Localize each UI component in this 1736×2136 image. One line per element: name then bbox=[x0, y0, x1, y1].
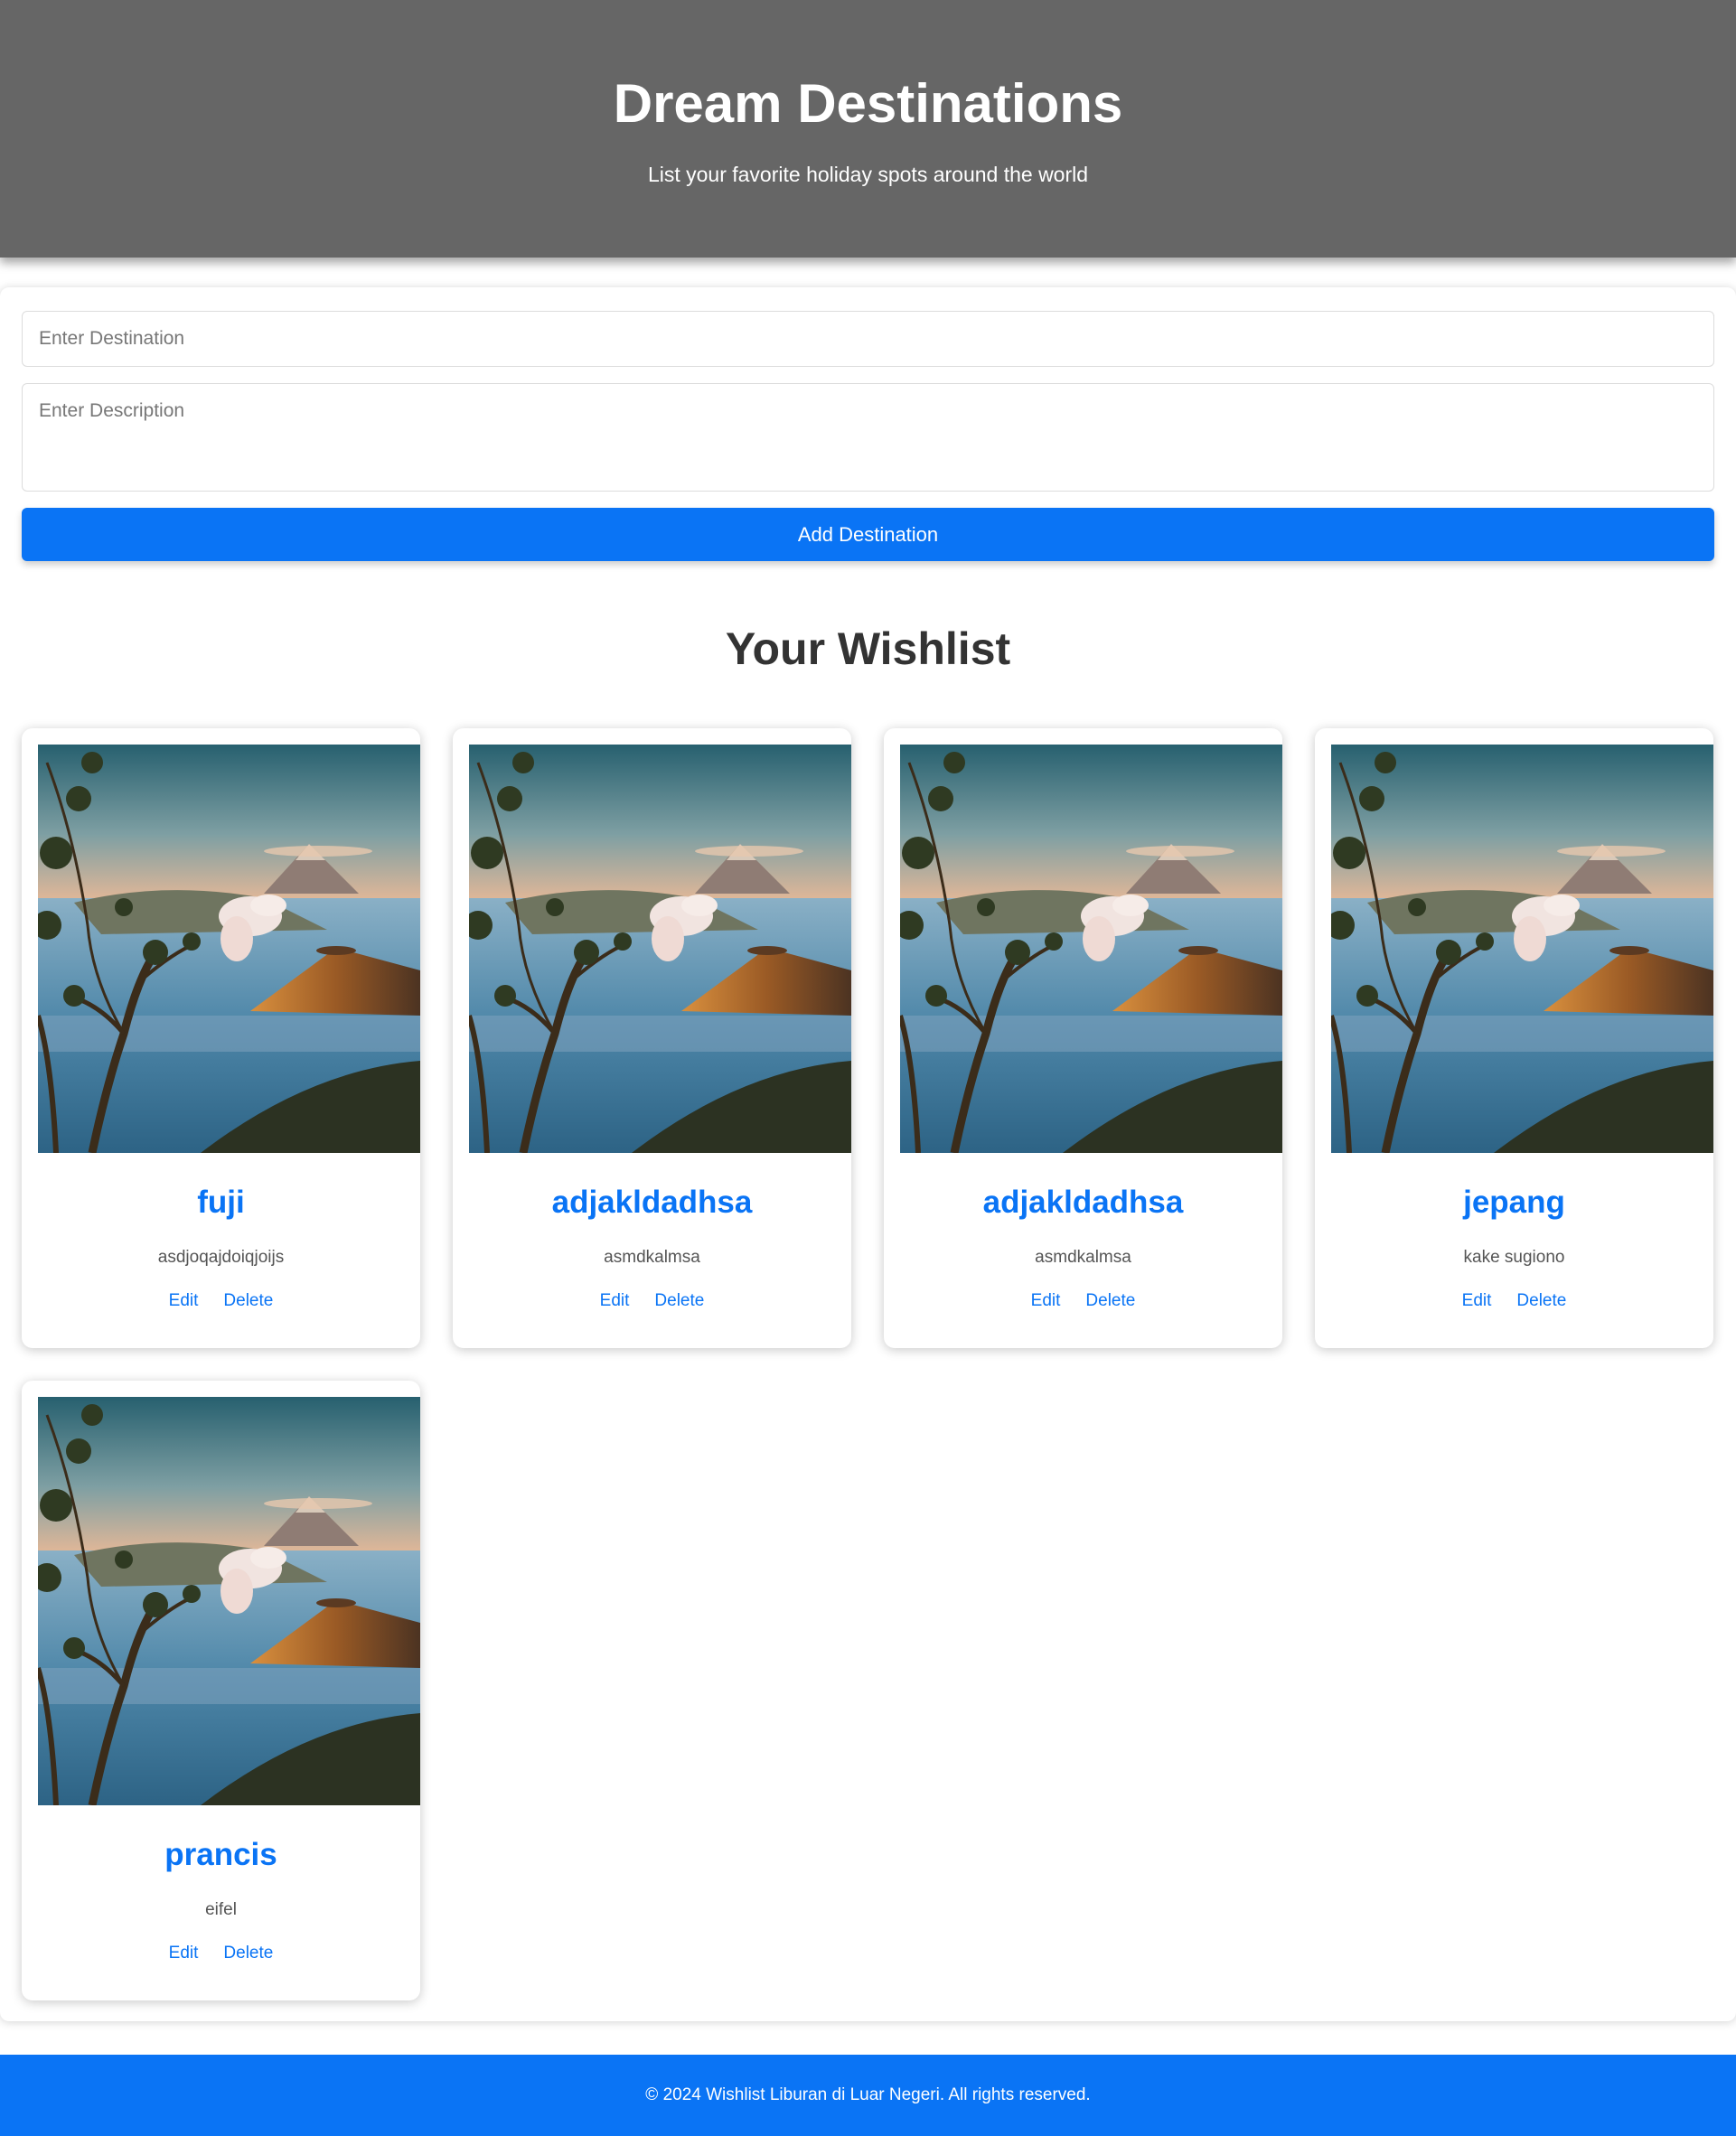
destination-card: prancis eifel Edit Delete bbox=[22, 1381, 420, 2000]
destination-name: adjakldadhsa bbox=[982, 1185, 1184, 1220]
wishlist-title: Your Wishlist bbox=[725, 623, 1011, 674]
card-actions: Edit Delete bbox=[453, 1290, 851, 1312]
destination-description: asmdkalmsa bbox=[604, 1248, 700, 1267]
destination-description: eifel bbox=[205, 1900, 237, 1919]
destination-image bbox=[469, 745, 851, 1153]
destination-input[interactable] bbox=[22, 311, 1714, 367]
destination-description: asmdkalmsa bbox=[1035, 1248, 1131, 1267]
destination-photo bbox=[38, 745, 420, 1153]
destination-photo bbox=[1331, 745, 1713, 1153]
destination-card: adjakldadhsa asmdkalmsa Edit Delete bbox=[453, 728, 851, 1348]
edit-link[interactable]: Edit bbox=[169, 1944, 199, 1963]
page-title: Dream Destinations bbox=[613, 73, 1123, 134]
page-header: Dream Destinations List your favorite ho… bbox=[0, 0, 1736, 258]
page-footer: © 2024 Wishlist Liburan di Luar Negeri. … bbox=[0, 2055, 1736, 2136]
edit-link[interactable]: Edit bbox=[600, 1291, 630, 1310]
delete-link[interactable]: Delete bbox=[223, 1944, 273, 1963]
destination-name: jepang bbox=[1463, 1185, 1565, 1220]
destination-photo bbox=[900, 745, 1282, 1153]
destination-card: adjakldadhsa asmdkalmsa Edit Delete bbox=[884, 728, 1282, 1348]
add-destination-button[interactable]: Add Destination bbox=[22, 508, 1714, 561]
destination-image bbox=[900, 745, 1282, 1153]
main-panel: Add Destination Your Wishlist bbox=[0, 287, 1736, 2021]
destination-image bbox=[38, 1397, 420, 1805]
destination-description: asdjoqajdoiqjoijs bbox=[157, 1248, 285, 1267]
edit-link[interactable]: Edit bbox=[169, 1291, 199, 1310]
destination-photo bbox=[469, 745, 851, 1153]
card-actions: Edit Delete bbox=[884, 1290, 1282, 1312]
card-actions: Edit Delete bbox=[22, 1943, 420, 1964]
page-subtitle: List your favorite holiday spots around … bbox=[647, 163, 1089, 186]
destination-card: fuji asdjoqajdoiqjoijs Edit Delete bbox=[22, 728, 420, 1348]
destination-card: jepang kake sugiono Edit Delete bbox=[1315, 728, 1713, 1348]
delete-link[interactable]: Delete bbox=[654, 1291, 704, 1310]
edit-link[interactable]: Edit bbox=[1462, 1291, 1492, 1310]
edit-link[interactable]: Edit bbox=[1031, 1291, 1061, 1310]
card-actions: Edit Delete bbox=[22, 1290, 420, 1312]
card-actions: Edit Delete bbox=[1315, 1290, 1713, 1312]
destination-photo bbox=[38, 1397, 420, 1805]
destination-name: adjakldadhsa bbox=[551, 1185, 753, 1220]
destination-name: fuji bbox=[197, 1185, 245, 1220]
destination-image bbox=[1331, 745, 1713, 1153]
delete-link[interactable]: Delete bbox=[223, 1291, 273, 1310]
delete-link[interactable]: Delete bbox=[1085, 1291, 1135, 1310]
destination-name: prancis bbox=[164, 1837, 277, 1872]
destination-image bbox=[38, 745, 420, 1153]
footer-text: © 2024 Wishlist Liburan di Luar Negeri. … bbox=[645, 2085, 1091, 2104]
destination-description: kake sugiono bbox=[1463, 1248, 1565, 1267]
description-input[interactable] bbox=[22, 383, 1714, 492]
delete-link[interactable]: Delete bbox=[1516, 1291, 1566, 1310]
